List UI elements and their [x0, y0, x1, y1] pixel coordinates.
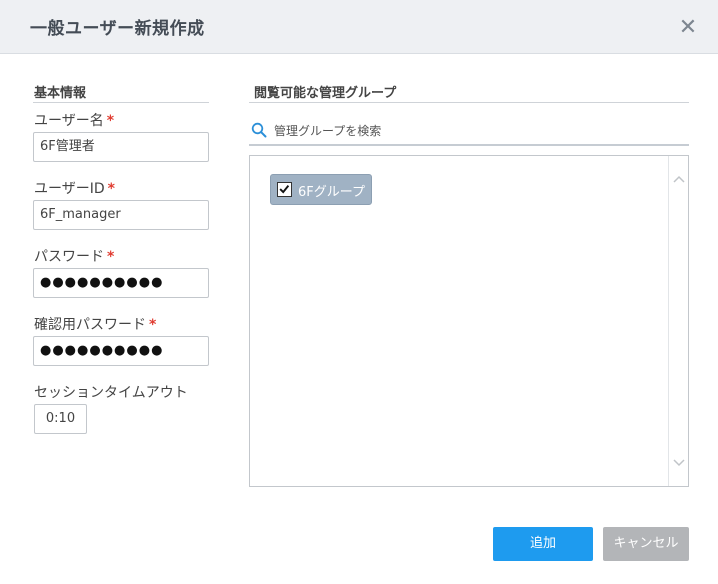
- basic-info-divider: [33, 102, 209, 103]
- group-search-field[interactable]: 管理グループを検索: [249, 116, 689, 146]
- required-marker: *: [106, 113, 115, 129]
- user-id-input[interactable]: 6F_manager: [33, 200, 209, 230]
- groups-heading: 閲覧可能な管理グループ: [254, 86, 397, 101]
- dialog-header: 一般ユーザー新規作成 ✕: [0, 0, 718, 54]
- required-marker: *: [149, 317, 157, 333]
- group-item-label: 6Fグループ: [298, 185, 365, 200]
- groups-divider: [249, 102, 689, 103]
- chevron-up-icon[interactable]: [673, 174, 685, 184]
- session-timeout-label: セッションタイムアウト: [34, 385, 188, 401]
- group-search-placeholder: 管理グループを検索: [274, 124, 382, 138]
- user-id-label: ユーザーID *: [34, 181, 115, 197]
- checkmark-icon: [279, 185, 290, 194]
- close-icon[interactable]: ✕: [676, 16, 700, 40]
- confirm-password-input[interactable]: ●●●●●●●●●●: [33, 336, 209, 366]
- username-label: ユーザー名 *: [34, 113, 115, 129]
- required-marker: *: [107, 181, 115, 197]
- session-timeout-input[interactable]: 0:10: [34, 404, 87, 434]
- dialog-title: 一般ユーザー新規作成: [30, 19, 205, 39]
- password-label: パスワード *: [34, 249, 115, 265]
- search-icon: [251, 122, 267, 138]
- required-marker: *: [107, 249, 115, 265]
- cancel-button[interactable]: キャンセル: [603, 527, 689, 561]
- chevron-down-icon[interactable]: [673, 458, 685, 468]
- add-button[interactable]: 追加: [493, 527, 593, 561]
- confirm-password-label: 確認用パスワード *: [34, 317, 157, 333]
- group-list: 6Fグループ: [249, 155, 689, 487]
- group-item-6f[interactable]: 6Fグループ: [270, 174, 372, 205]
- basic-info-heading: 基本情報: [34, 86, 87, 101]
- group-list-scrollbar[interactable]: [668, 156, 688, 486]
- group-checkbox[interactable]: [277, 182, 292, 197]
- password-input[interactable]: ●●●●●●●●●●: [33, 268, 209, 298]
- username-input[interactable]: 6F管理者: [33, 132, 209, 162]
